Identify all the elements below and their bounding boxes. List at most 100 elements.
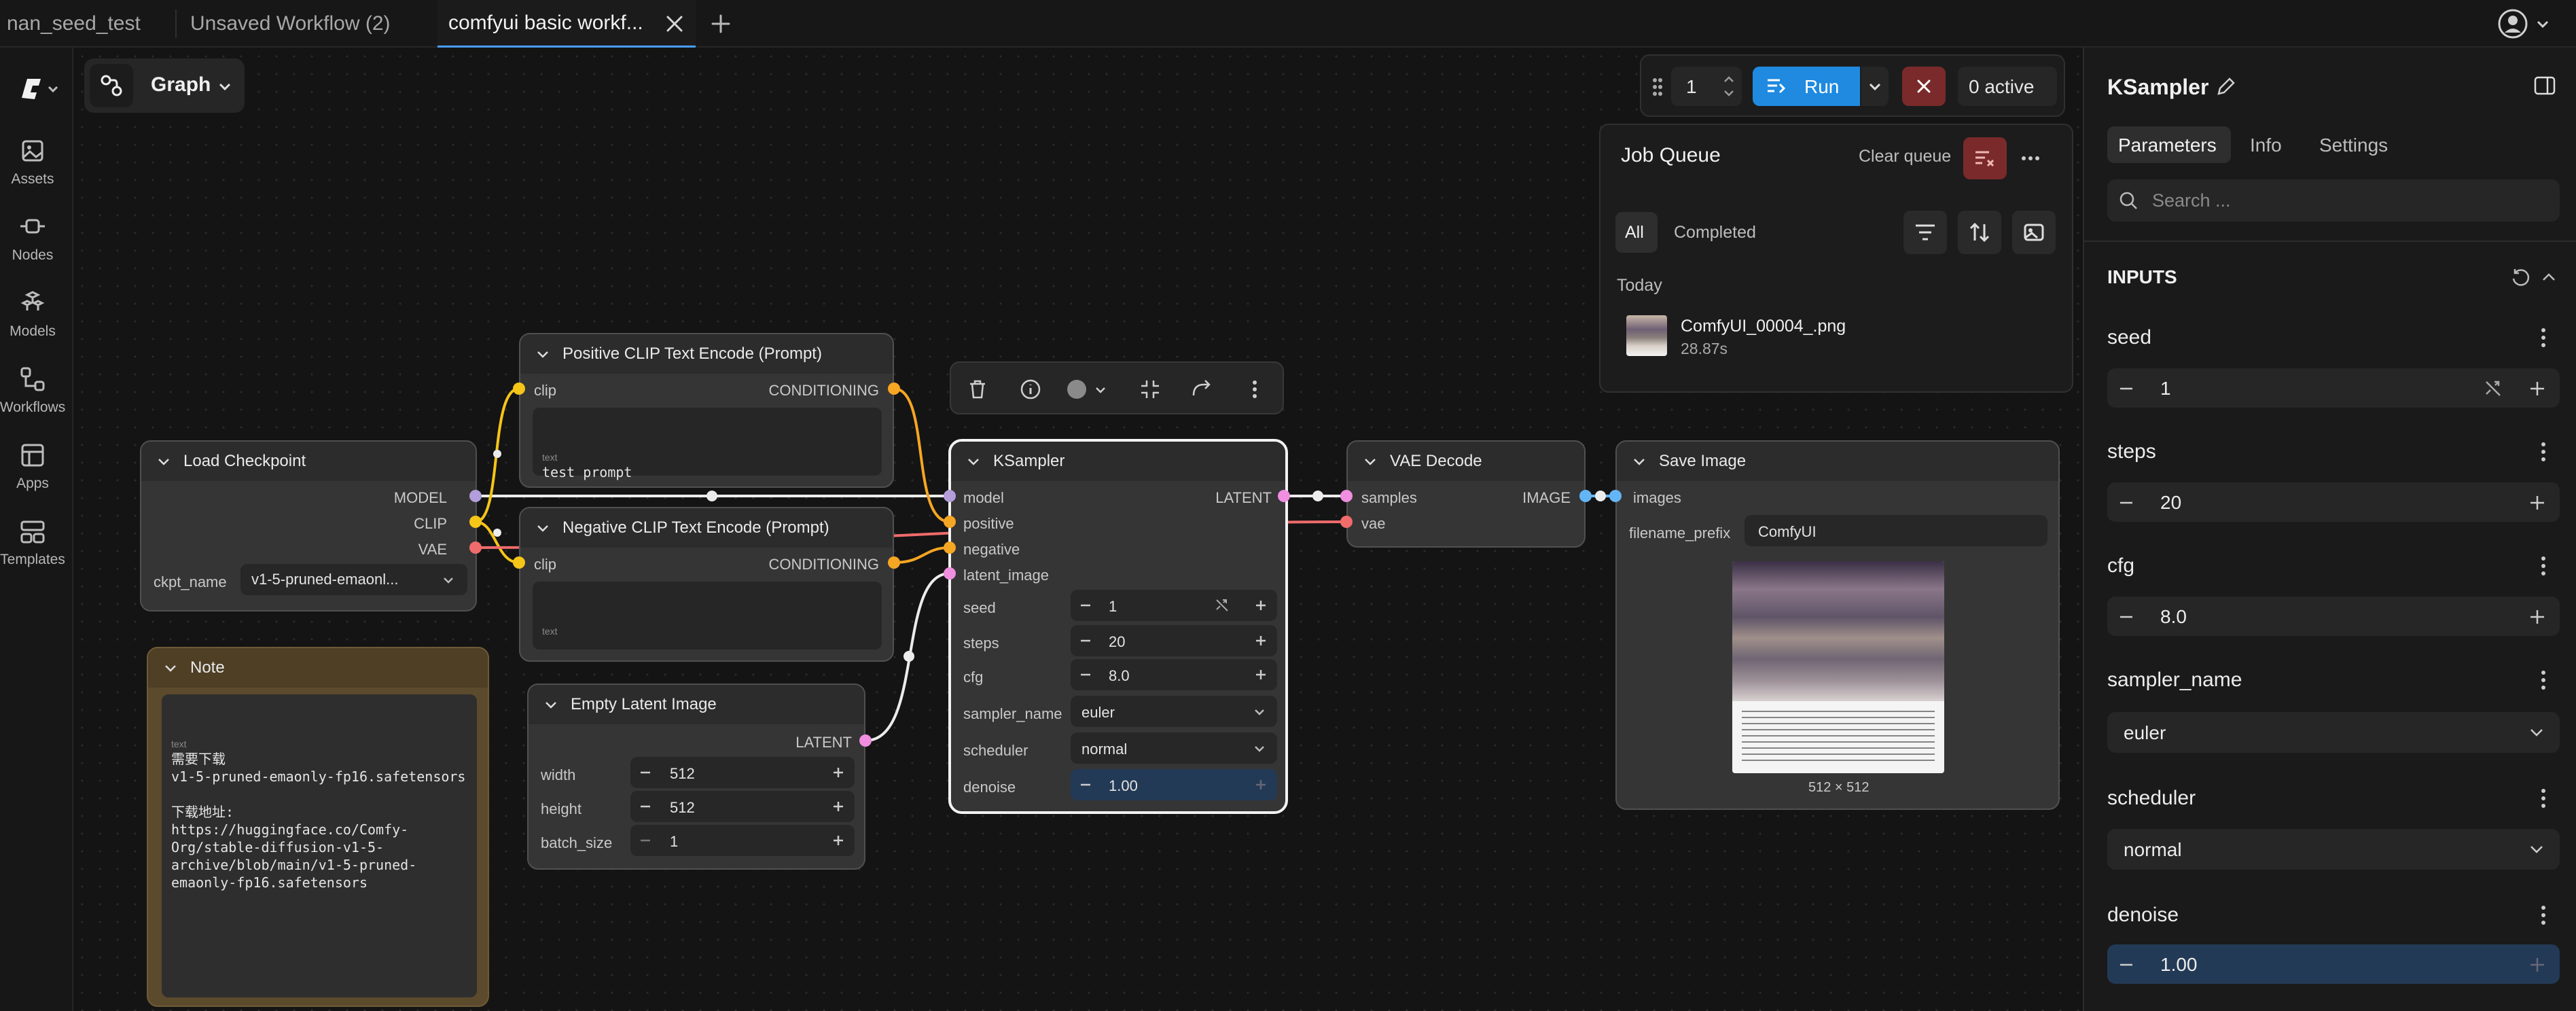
more-options-icon[interactable] [2541,670,2546,690]
filter-tab-completed[interactable]: Completed [1674,223,1756,243]
height-stepper[interactable]: 512 [630,791,855,822]
plus-icon[interactable] [831,834,845,847]
run-options-button[interactable] [1861,67,1889,106]
drag-handle-icon[interactable] [1651,76,1664,98]
chevron-down-icon[interactable] [1363,454,1378,469]
more-options-icon[interactable] [1250,378,1259,401]
slot-clip-in[interactable] [513,556,525,569]
chevron-down-icon[interactable] [966,454,981,469]
more-options-icon[interactable] [2541,442,2546,462]
slot-latent-image-in[interactable] [944,567,956,580]
batch-size-stepper[interactable]: 1 [630,825,855,856]
plus-icon[interactable] [1254,634,1268,648]
chevron-down-icon[interactable] [1632,454,1647,469]
minus-icon[interactable] [2118,495,2134,511]
edit-icon[interactable] [2215,75,2238,98]
minus-icon[interactable] [2118,957,2134,973]
slot-clip-in[interactable] [513,383,525,395]
denoise-slider[interactable]: 1.00 [1071,769,1277,800]
collapse-icon[interactable] [1139,378,1162,401]
slot-positive-in[interactable] [944,516,956,528]
cfg-stepper[interactable]: 8.0 [2107,597,2560,636]
minus-icon[interactable] [639,800,652,813]
filter-tab-all[interactable]: All [1615,212,1658,253]
chevron-down-icon[interactable] [163,660,178,675]
tab-info[interactable]: Info [2250,135,2282,156]
toggle-panel-icon[interactable] [2533,73,2557,98]
clear-queue-button[interactable] [1963,137,2007,179]
slot-model-out[interactable] [469,490,482,502]
prompt-textarea[interactable]: text [533,582,882,650]
prompt-textarea[interactable]: text test prompt [533,408,882,480]
run-button[interactable]: Run [1753,67,1860,106]
gallery-view-button[interactable] [2012,211,2056,254]
more-options-icon[interactable] [2541,788,2546,809]
width-stepper[interactable]: 512 [630,757,855,788]
seed-stepper[interactable]: 1 [1071,590,1277,621]
node-header[interactable]: Save Image [1617,442,2058,481]
slot-latent-out[interactable] [859,734,872,747]
slot-images-in[interactable] [1609,490,1622,502]
node-header[interactable]: Empty Latent Image [529,685,864,724]
chevron-down-icon[interactable] [535,347,550,361]
note-textarea[interactable]: text 需要下载 v1-5-pruned-emaonly-fp16.safete… [162,694,477,997]
node-negative-clip-text-encode[interactable]: Negative CLIP Text Encode (Prompt) clip … [519,507,894,662]
node-positive-clip-text-encode[interactable]: Positive CLIP Text Encode (Prompt) clip … [519,333,894,488]
node-header[interactable]: Load Checkpoint [141,442,476,481]
more-options-icon[interactable] [2541,327,2546,348]
slot-latent-out[interactable] [1278,490,1290,502]
node-header[interactable]: Note [148,648,488,688]
tab-settings[interactable]: Settings [2319,135,2388,156]
chevron-down-icon[interactable] [543,697,558,712]
more-options-icon[interactable] [2541,556,2546,576]
plus-icon[interactable] [2528,494,2546,512]
chevron-up-icon[interactable] [2541,269,2557,285]
node-header[interactable]: KSampler [951,442,1285,481]
steps-stepper[interactable]: 20 [1071,625,1277,656]
minus-icon[interactable] [1079,668,1092,681]
sort-button[interactable] [1958,211,2001,254]
chevron-down-icon[interactable] [156,454,171,469]
trash-icon[interactable] [966,378,989,401]
plus-icon[interactable] [1254,599,1268,612]
node-ksampler[interactable]: KSampler model positive negative latent_… [948,439,1288,814]
randomize-off-icon[interactable] [1215,598,1230,613]
filename-prefix-input[interactable]: ComfyUI [1745,515,2047,546]
clear-queue-label[interactable]: Clear queue [1859,147,1951,166]
plus-icon[interactable] [2528,380,2546,397]
node-header[interactable]: Positive CLIP Text Encode (Prompt) [520,334,893,374]
output-image-preview[interactable] [1732,561,1944,773]
plus-icon[interactable] [831,766,845,779]
node-empty-latent-image[interactable]: Empty Latent Image LATENT width 512 heig… [527,684,865,870]
node-note[interactable]: Note text 需要下载 v1-5-pruned-emaonly-fp16.s… [147,647,489,1007]
bypass-icon[interactable] [1190,378,1213,401]
node-header[interactable]: Negative CLIP Text Encode (Prompt) [520,508,893,548]
graph-mode-button[interactable]: Graph [84,58,245,113]
plus-icon[interactable] [2528,956,2546,974]
active-jobs-button[interactable]: 0 active [1958,67,2057,106]
info-icon[interactable] [1019,378,1042,401]
seed-stepper[interactable]: 1 [2107,368,2560,408]
scheduler-select[interactable]: normal [1071,732,1277,764]
reset-icon[interactable] [2509,266,2531,288]
minus-icon[interactable] [639,834,652,847]
slot-conditioning-out[interactable] [888,556,900,569]
cancel-run-button[interactable] [1902,67,1946,106]
batch-count-input[interactable]: 1 [1671,67,1742,106]
slot-vae-out[interactable] [469,542,482,554]
plus-icon[interactable] [1254,668,1268,681]
plus-icon[interactable] [1254,778,1268,792]
more-options-icon[interactable] [2541,905,2546,925]
slot-clip-out[interactable] [469,516,482,528]
sampler-name-select[interactable]: euler [1071,696,1277,727]
plus-icon[interactable] [2528,608,2546,626]
sampler-name-select[interactable]: euler [2107,712,2560,753]
more-options-icon[interactable] [2020,149,2041,167]
slot-negative-in[interactable] [944,542,956,554]
cfg-stepper[interactable]: 8.0 [1071,659,1277,690]
user-menu[interactable] [2497,7,2565,41]
slot-conditioning-out[interactable] [888,383,900,395]
minus-icon[interactable] [639,766,652,779]
denoise-slider[interactable]: 1.00 [2107,944,2560,984]
node-save-image[interactable]: Save Image images filename_prefix ComfyU… [1615,440,2060,810]
